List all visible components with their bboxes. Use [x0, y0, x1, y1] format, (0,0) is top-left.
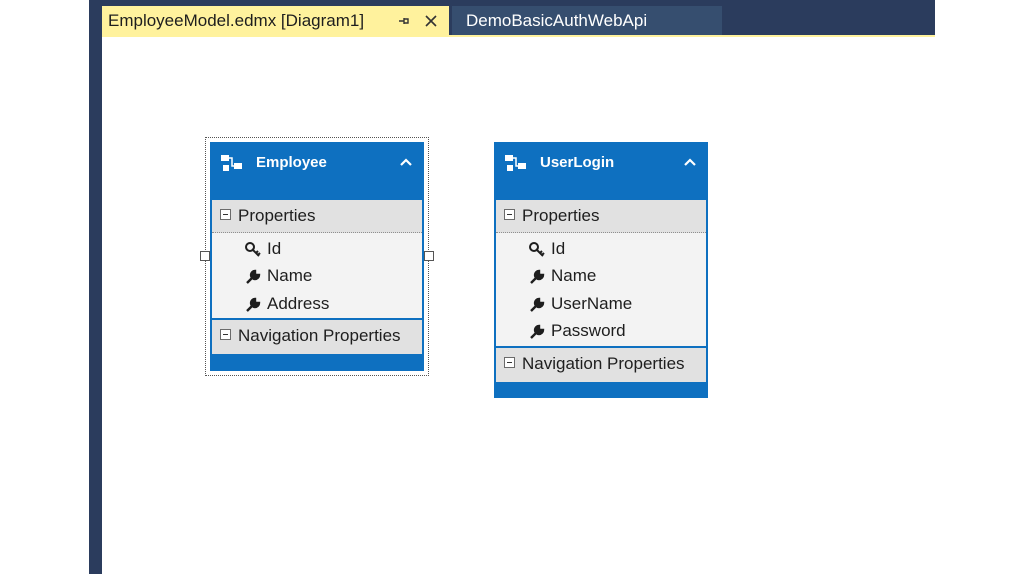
- tab-employee-model[interactable]: EmployeeModel.edmx [Diagram1]: [102, 6, 449, 35]
- property-name: Password: [551, 321, 626, 340]
- entity-employee[interactable]: Employee Properties Id Name Address Navi…: [210, 142, 424, 371]
- ide-window: EmployeeModel.edmx [Diagram1] DemoBasicA…: [89, 0, 935, 574]
- wrench-icon: [528, 296, 546, 314]
- entity-title: Employee: [256, 154, 327, 171]
- tab-label: DemoBasicAuthWebApi: [466, 11, 648, 30]
- section-label: Properties: [238, 206, 316, 225]
- chevron-up-icon[interactable]: [398, 154, 414, 170]
- key-icon: [244, 241, 262, 259]
- pin-icon[interactable]: [396, 6, 412, 35]
- left-rail: [89, 0, 102, 574]
- properties-section-header[interactable]: Properties: [212, 200, 422, 233]
- entity-header[interactable]: Employee: [210, 142, 424, 200]
- collapse-toggle-icon[interactable]: [504, 209, 515, 220]
- properties-list: Id Name Address: [212, 233, 422, 318]
- entity-header[interactable]: UserLogin: [494, 142, 708, 200]
- chevron-up-icon[interactable]: [682, 154, 698, 170]
- key-icon: [528, 241, 546, 259]
- properties-section-header[interactable]: Properties: [496, 200, 706, 233]
- document-tab-bar: EmployeeModel.edmx [Diagram1] DemoBasicA…: [102, 0, 935, 36]
- diagram-canvas[interactable]: Employee Properties Id Name Address Navi…: [102, 37, 935, 574]
- navigation-section-header[interactable]: Navigation Properties: [496, 348, 706, 382]
- section-label: Navigation Properties: [522, 354, 685, 373]
- wrench-icon: [528, 268, 546, 286]
- entity-userlogin[interactable]: UserLogin Properties Id Name UserName Pa…: [494, 142, 708, 398]
- wrench-icon: [528, 323, 546, 341]
- collapse-toggle-icon[interactable]: [220, 329, 231, 340]
- section-label: Navigation Properties: [238, 326, 401, 345]
- collapse-toggle-icon[interactable]: [220, 209, 231, 220]
- collapse-toggle-icon[interactable]: [504, 357, 515, 368]
- tab-label: EmployeeModel.edmx [Diagram1]: [108, 11, 365, 30]
- navigation-section-header[interactable]: Navigation Properties: [212, 320, 422, 354]
- section-label: Properties: [522, 206, 600, 225]
- close-icon[interactable]: [422, 6, 440, 35]
- resize-handle-right[interactable]: [424, 251, 434, 261]
- tab-demo-basic-auth[interactable]: DemoBasicAuthWebApi: [452, 6, 722, 35]
- resize-handle-left[interactable]: [200, 251, 210, 261]
- properties-list: Id Name UserName Password: [496, 233, 706, 346]
- property-name: Id: [551, 239, 566, 258]
- entity-title: UserLogin: [540, 154, 615, 171]
- wrench-icon: [244, 296, 262, 314]
- wrench-icon: [244, 268, 262, 286]
- property-name: Name: [551, 266, 597, 285]
- property-name: Address: [267, 294, 330, 313]
- property-name: Id: [267, 239, 282, 258]
- entity-icon: [220, 153, 246, 173]
- property-name: UserName: [551, 294, 633, 313]
- entity-icon: [504, 153, 530, 173]
- property-name: Name: [267, 266, 313, 285]
